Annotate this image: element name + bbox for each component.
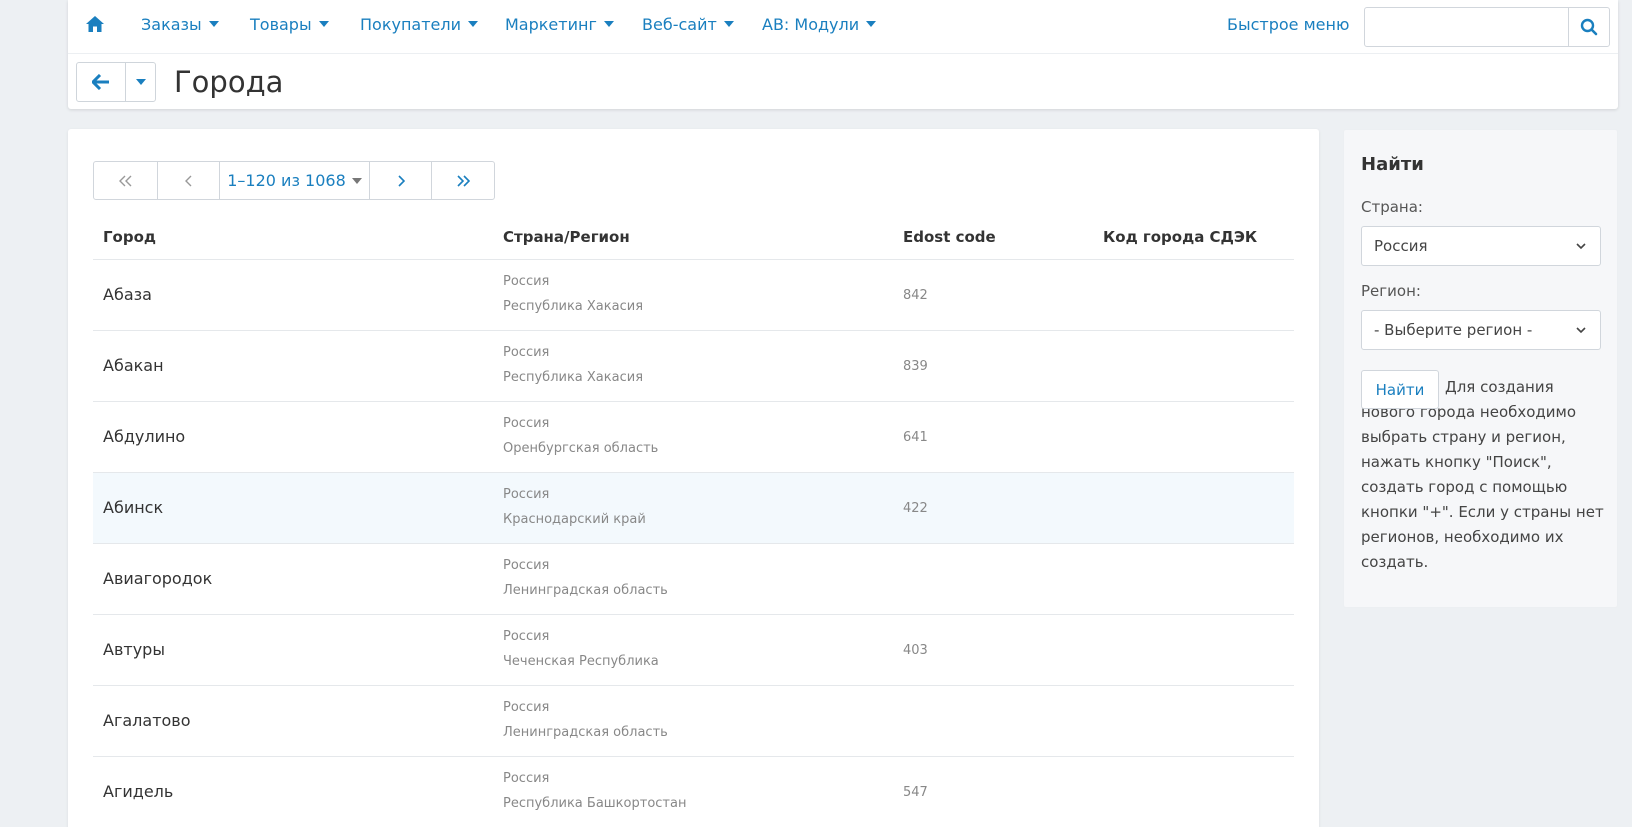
pagination: 1–120 из 1068 (93, 161, 495, 200)
top-bar: Заказы Товары Покупатели Маркетинг Веб-с… (68, 0, 1618, 109)
table-row[interactable]: Абинск Россия Краснодарский край 422 (93, 473, 1294, 544)
back-button[interactable] (76, 62, 126, 102)
country-name: Россия (503, 700, 550, 715)
chevron-down-icon (723, 21, 734, 27)
chevron-right-icon (397, 174, 405, 187)
nav-customers[interactable]: Покупатели (360, 15, 479, 34)
city-name: Агидель (103, 782, 174, 801)
chevron-down-icon (208, 21, 219, 27)
header-city[interactable]: Город (103, 228, 156, 246)
nav-ab-modules[interactable]: АВ: Модули (762, 15, 877, 34)
table-row[interactable]: Абакан Россия Республика Хакасия 839 (93, 331, 1294, 402)
double-chevron-right-icon (457, 174, 470, 187)
country-label: Страна: (1361, 198, 1423, 216)
page-range-dropdown[interactable]: 1–120 из 1068 (220, 162, 370, 199)
table-row[interactable]: Абаза Россия Республика Хакасия 842 (93, 260, 1294, 331)
chevron-down-icon (603, 21, 614, 27)
nav-orders[interactable]: Заказы (141, 15, 219, 34)
country-name: Россия (503, 558, 550, 573)
header-edost-code[interactable]: Edost code (903, 228, 996, 246)
city-name: Абинск (103, 498, 164, 517)
city-name: Автуры (103, 640, 165, 659)
chevron-down-icon (468, 21, 479, 27)
search-input[interactable] (1364, 7, 1569, 47)
sidebar-title: Найти (1361, 154, 1424, 175)
chevron-down-icon (135, 79, 146, 85)
edost-code: 422 (903, 501, 928, 516)
last-page-button[interactable] (432, 162, 494, 199)
region-name: Оренбургская область (503, 441, 659, 456)
nav-marketing[interactable]: Маркетинг (505, 15, 614, 34)
search-button[interactable] (1568, 7, 1610, 47)
country-name: Россия (503, 487, 550, 502)
region-name: Республика Башкортостан (503, 796, 687, 811)
back-history-dropdown[interactable] (125, 62, 156, 102)
country-name: Россия (503, 345, 550, 360)
region-name: Республика Хакасия (503, 299, 644, 314)
edost-code: 839 (903, 359, 928, 374)
chevron-down-icon (1576, 327, 1586, 334)
chevron-down-icon (318, 21, 329, 27)
edost-code: 641 (903, 430, 928, 445)
edost-code: 842 (903, 288, 928, 303)
city-name: Авиагородок (103, 569, 213, 588)
quick-menu-link[interactable]: Быстрое меню (1227, 15, 1349, 34)
nav-products[interactable]: Товары (250, 15, 329, 34)
table-header: Город Страна/Регион Edost code Код город… (93, 218, 1294, 260)
chevron-down-icon (351, 177, 362, 184)
cities-panel: 1–120 из 1068 Город Страна/Регион Edost … (68, 129, 1319, 827)
home-icon[interactable] (85, 14, 105, 34)
prev-page-button[interactable] (158, 162, 220, 199)
double-chevron-left-icon (118, 175, 131, 186)
city-name: Агалатово (103, 711, 191, 730)
table-row[interactable]: Агалатово Россия Ленинградская область (93, 686, 1294, 757)
region-name: Ленинградская область (503, 583, 668, 598)
chevron-down-icon (866, 21, 877, 27)
table-row[interactable]: Авиагородок Россия Ленинградская область (93, 544, 1294, 615)
table-row[interactable]: Агидель Россия Республика Башкортостан 5… (93, 757, 1294, 827)
header-cdek-code[interactable]: Код города СДЭК (1103, 228, 1257, 246)
city-name: Абаза (103, 285, 152, 304)
country-name: Россия (503, 771, 550, 786)
region-label: Регион: (1361, 282, 1421, 300)
edost-code: 403 (903, 643, 928, 658)
region-name: Ленинградская область (503, 725, 668, 740)
next-page-button[interactable] (370, 162, 432, 199)
table-row[interactable]: Автуры Россия Чеченская Республика 403 (93, 615, 1294, 686)
city-name: Абдулино (103, 427, 186, 446)
chevron-left-icon (184, 175, 191, 186)
page-title: Города (174, 65, 284, 99)
region-name: Чеченская Республика (503, 654, 659, 669)
search-sidebar: Найти Страна: Россия Регион: - Выберите … (1343, 129, 1618, 608)
city-name: Абакан (103, 356, 164, 375)
table-row[interactable]: Абдулино Россия Оренбургская область 641 (93, 402, 1294, 473)
main-nav: Заказы Товары Покупатели Маркетинг Веб-с… (68, 0, 1618, 54)
nav-website[interactable]: Веб-сайт (642, 15, 734, 34)
region-name: Республика Хакасия (503, 370, 644, 385)
country-name: Россия (503, 274, 550, 289)
first-page-button[interactable] (94, 162, 158, 199)
chevron-down-icon (1576, 243, 1586, 250)
cities-table: Город Страна/Регион Edost code Код город… (93, 218, 1294, 827)
country-name: Россия (503, 629, 550, 644)
find-button[interactable]: Найти (1361, 370, 1439, 409)
header-country-region[interactable]: Страна/Регион (503, 228, 630, 246)
region-select[interactable]: - Выберите регион - (1361, 310, 1601, 350)
arrow-left-icon (92, 74, 109, 90)
country-name: Россия (503, 416, 550, 431)
search-icon (1580, 18, 1598, 36)
edost-code: 547 (903, 785, 928, 800)
region-name: Краснодарский край (503, 512, 646, 527)
country-select[interactable]: Россия (1361, 226, 1601, 266)
